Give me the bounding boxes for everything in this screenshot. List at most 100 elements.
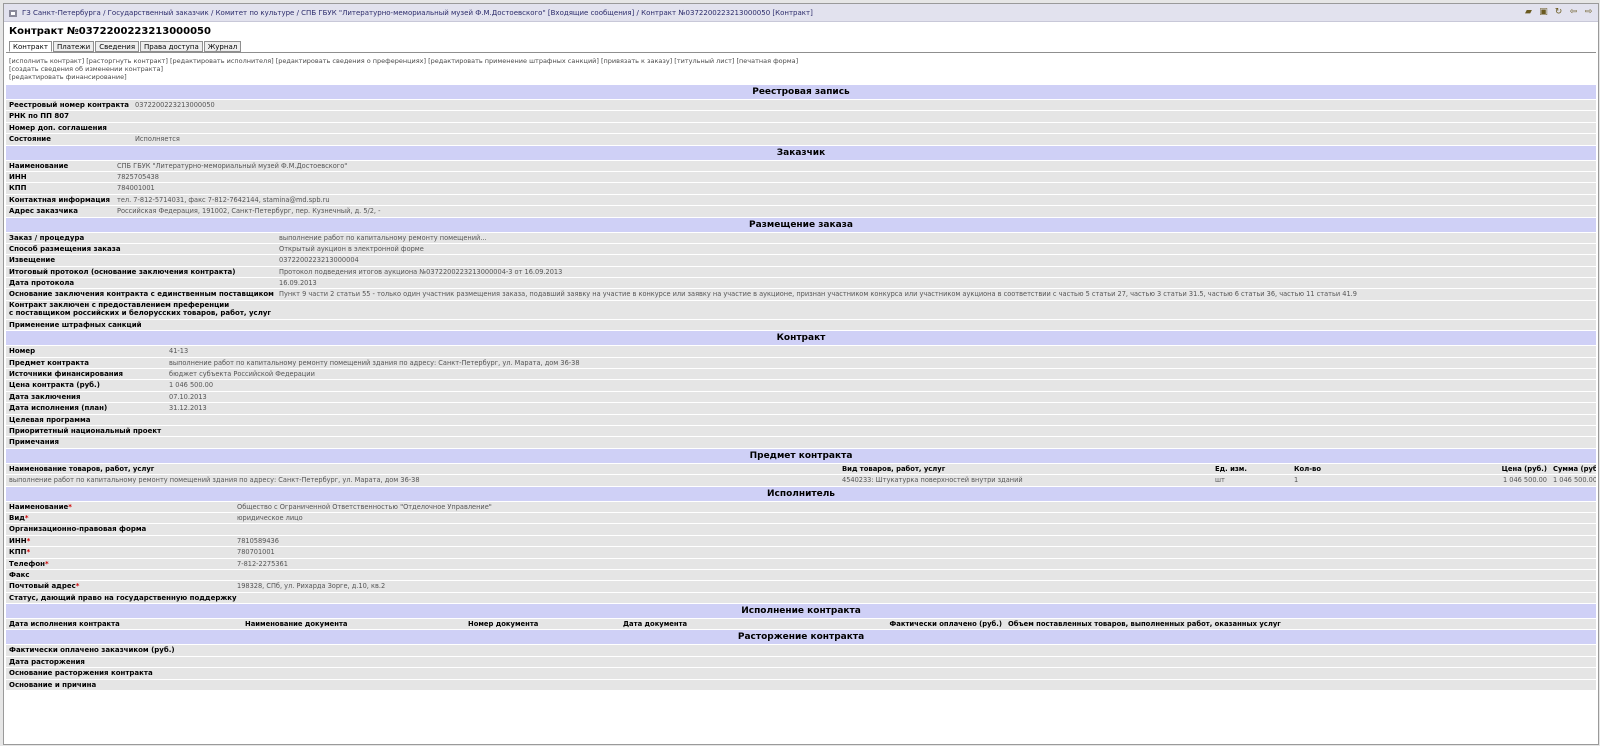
field-row: Предмет контракта выполнение работ по кап…	[6, 356, 1596, 369]
breadcrumb: ГЗ Санкт-Петербурга / Государственный за…	[22, 8, 813, 17]
section-header: Предмет контракта	[6, 447, 1596, 463]
field-label: Целевая программа	[9, 415, 91, 424]
field-value: Открытый аукцион в электронной форме	[279, 244, 424, 253]
tab-access[interactable]: Права доступа	[140, 41, 203, 52]
field-row: Дата протокола 16.09.2013	[6, 277, 1596, 289]
field-label: Статус, дающий право на государственную …	[9, 593, 237, 602]
action-link[interactable]: [исполнить контракт]	[9, 57, 84, 65]
field-value: 41-13	[169, 347, 189, 356]
breadcrumb-link[interactable]: ГЗ Санкт-Петербурга	[22, 9, 101, 17]
action-link[interactable]: [титульный лист]	[674, 57, 734, 65]
breadcrumb-link[interactable]: Контракт №0372200223213000050 [Контракт]	[641, 9, 813, 17]
lock-icon[interactable]: ▣	[1538, 7, 1549, 18]
field-value: 0372200223213000050	[135, 101, 215, 109]
column-header: Объем поставленных товаров, выполненных …	[1008, 620, 1281, 629]
action-link[interactable]: [редактировать финансирование]	[9, 73, 127, 81]
tab-payments[interactable]: Платежи	[52, 41, 95, 52]
back-icon[interactable]: ⇦	[1568, 7, 1579, 18]
field-label: Основание и причина	[9, 680, 97, 689]
field-label: Почтовый адрес*	[9, 582, 80, 591]
action-link[interactable]: [редактировать исполнителя]	[170, 57, 274, 65]
field-label: Состояние	[9, 135, 51, 144]
field-row: Статус, дающий право на государственную …	[6, 591, 1596, 604]
section-header: Реестровая запись	[6, 84, 1596, 99]
action-link[interactable]: [расторгнуть контракт]	[86, 57, 168, 65]
field-value: 0372200223213000004	[279, 256, 359, 265]
section-header: Исполнение контракта	[6, 603, 1596, 619]
field-row: Приоритетный национальный проект	[6, 424, 1596, 437]
field-value: бюджет субъекта Российской Федерации	[169, 370, 315, 379]
column-header: Дата документа	[623, 620, 688, 629]
field-value: Пункт 9 части 2 статьи 55 - только один …	[279, 290, 1357, 299]
field-label: РНК по ПП 807	[9, 112, 69, 121]
page-title: Контракт №0372200223213000050	[9, 26, 211, 37]
table-cell: выполнение работ по капитальному ремонту…	[9, 476, 420, 485]
field-row: Вид* юридическое лицо	[6, 511, 1596, 524]
field-label: Организационно-правовая форма	[9, 525, 147, 534]
field-value: 07.10.2013	[169, 392, 207, 401]
field-label: Способ размещения заказа	[9, 244, 121, 253]
section-header: Исполнитель	[6, 485, 1596, 501]
column-header: Ед. изм.	[1215, 464, 1247, 473]
field-row: Основание заключения контракта с единств…	[6, 288, 1596, 300]
field-value: 7-812-2275361	[237, 559, 288, 568]
field-row: Итоговый протокол (основание заключения …	[6, 265, 1596, 278]
column-header: Сумма (руб.)	[1553, 464, 1596, 473]
section-header: Расторжение контракта	[6, 629, 1596, 645]
breadcrumb-link[interactable]: СПБ ГБУК "Литературно-мемориальный музей…	[301, 9, 634, 17]
field-row: Факс	[6, 568, 1596, 581]
field-label: Применение штрафных санкций	[9, 320, 142, 329]
required-mark: *	[75, 582, 80, 591]
field-row: Состояние Исполняется	[6, 133, 1596, 145]
field-label: Фактически оплачено заказчиком (руб.)	[9, 646, 175, 655]
column-header: Наименование документа	[245, 620, 348, 629]
field-label: Контракт заключен с предоставлением преф…	[9, 300, 272, 318]
column-header: Дата исполнения контракта	[9, 620, 120, 629]
field-label: ИНН*	[9, 536, 31, 545]
field-row: Дата исполнения (план) 31.12.2013	[6, 402, 1596, 414]
field-row: Почтовый адрес* 198328, СПб, ул. Рихарда …	[6, 580, 1596, 592]
section-header: Контракт	[6, 330, 1596, 346]
action-link[interactable]: [редактировать применение штрафных санкц…	[428, 57, 599, 65]
folder-icon[interactable]: ▰	[1523, 7, 1534, 18]
field-row: Номер 41-13	[6, 345, 1596, 357]
field-value: 7825705438	[117, 172, 159, 181]
field-row: Основание расторжения контракта	[6, 667, 1596, 679]
action-link[interactable]: [привязать к заказу]	[601, 57, 672, 65]
action-links: [исполнить контракт] [расторгнуть контра…	[4, 53, 1598, 81]
field-value: Протокол подведения итогов аукциона №037…	[279, 267, 563, 276]
table-header: Дата исполнения контракта Наименование до…	[6, 618, 1596, 630]
table-row: выполнение работ по капитальному ремонту…	[6, 474, 1596, 486]
tab-info[interactable]: Сведения	[95, 41, 140, 52]
action-link[interactable]: [создать сведения об изменении контракта…	[9, 65, 163, 73]
field-label: Основание расторжения контракта	[9, 669, 153, 678]
field-row: ИНН* 7810589436	[6, 534, 1596, 547]
field-label: Приоритетный национальный проект	[9, 426, 162, 435]
field-label: Контактная информация	[9, 195, 110, 204]
required-mark: *	[68, 502, 72, 511]
field-row: КПП* 780701001	[6, 546, 1596, 558]
field-label: Наименование	[9, 161, 69, 170]
breadcrumb-link[interactable]: Государственный заказчик	[108, 9, 209, 17]
field-label: КПП	[9, 184, 27, 193]
column-header: Цена (руб.)	[1501, 464, 1547, 473]
field-label: Реестровый номер контракта	[9, 101, 130, 109]
field-label: Номер доп. соглашения	[9, 123, 107, 132]
field-row: Контактная информация тел. 7-812-5714031,…	[6, 193, 1596, 206]
field-label: Факс	[9, 570, 30, 579]
field-label: Номер	[9, 347, 36, 356]
field-label: Дата исполнения (план)	[9, 404, 108, 413]
action-link[interactable]: [редактировать сведения о преференциях]	[276, 57, 426, 65]
refresh-icon[interactable]: ↻	[1553, 7, 1564, 18]
forward-icon[interactable]: ⇨	[1583, 7, 1594, 18]
action-line: [редактировать финансирование]	[9, 73, 1593, 81]
tab-journal[interactable]: Журнал	[203, 41, 242, 52]
field-row: Наименование* Общество с Ограниченной Отв…	[6, 500, 1596, 512]
action-line: [создать сведения об изменении контракта…	[9, 65, 1593, 73]
tab-contract[interactable]: Контракт	[9, 41, 52, 52]
action-link[interactable]: [печатная форма]	[736, 57, 798, 65]
home-icon[interactable]	[8, 8, 18, 18]
breadcrumb-link[interactable]: Комитет по культуре	[216, 9, 295, 17]
field-label: ИНН	[9, 172, 27, 181]
field-label: Итоговый протокол (основание заключения …	[9, 267, 236, 276]
